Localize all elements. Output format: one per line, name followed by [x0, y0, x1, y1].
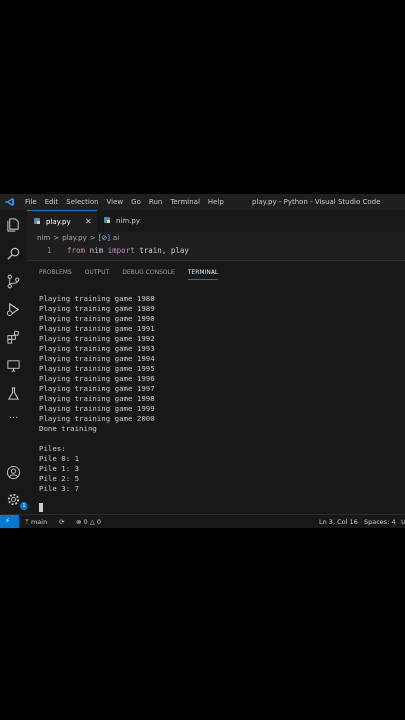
- terminal-line: Playing training game 1997: [39, 384, 155, 393]
- tab-problems[interactable]: PROBLEMS: [39, 269, 72, 280]
- tab-output[interactable]: OUTPUT: [85, 269, 109, 280]
- terminal-line: Playing training game 1988: [39, 294, 155, 303]
- bottom-panel: PROBLEMS OUTPUT DEBUG CONSOLE TERMINAL P…: [27, 260, 405, 515]
- menu-view[interactable]: View: [107, 198, 124, 206]
- breadcrumb-symbol[interactable]: ai: [113, 234, 119, 242]
- window-title: play.py - Python - Visual Studio Code: [252, 198, 381, 206]
- terminal-line: Playing training game 1992: [39, 334, 155, 343]
- editor-tabs: play.py ✕ nim.py: [27, 210, 405, 233]
- terminal-line: Playing training game 2000: [39, 414, 155, 423]
- remote-indicator[interactable]: ⚡: [0, 515, 19, 528]
- tab-nim-py[interactable]: nim.py: [97, 210, 157, 232]
- vscode-logo-icon: [5, 197, 15, 209]
- line-number: 1: [47, 246, 52, 255]
- terminal-line: Playing training game 1998: [39, 394, 155, 403]
- keyword-from: from: [67, 246, 86, 255]
- search-icon[interactable]: [6, 246, 21, 261]
- menu-help[interactable]: Help: [208, 198, 224, 206]
- run-debug-icon[interactable]: [6, 302, 21, 317]
- terminal-line: Playing training game 1999: [39, 404, 155, 413]
- breadcrumb-folder[interactable]: nim: [37, 234, 50, 242]
- terminal-line: Playing training game 1994: [39, 354, 155, 363]
- menu-edit[interactable]: Edit: [45, 198, 59, 206]
- source-control-icon[interactable]: [6, 274, 21, 289]
- vscode-window: File Edit Selection View Go Run Terminal…: [0, 194, 405, 528]
- error-icon: ⊗: [76, 518, 84, 526]
- explorer-icon[interactable]: [6, 217, 21, 232]
- menu-bar: File Edit Selection View Go Run Terminal…: [25, 198, 224, 206]
- tab-debug-console[interactable]: DEBUG CONSOLE: [122, 269, 175, 280]
- menu-selection[interactable]: Selection: [66, 198, 98, 206]
- accounts-icon[interactable]: [6, 465, 21, 480]
- cursor-position[interactable]: Ln 3, Col 16: [319, 518, 358, 526]
- breadcrumb: nim > play.py > [⊘] ai: [37, 234, 122, 242]
- python-file-icon: [104, 217, 110, 223]
- warning-icon: △: [89, 518, 97, 526]
- breadcrumb-file[interactable]: play.py: [62, 234, 87, 242]
- more-icon[interactable]: ···: [6, 413, 21, 428]
- python-file-icon: [34, 218, 40, 224]
- extensions-icon[interactable]: [6, 330, 21, 345]
- terminal-line: Playing training game 1989: [39, 304, 155, 313]
- remote-explorer-icon[interactable]: [6, 358, 21, 373]
- close-tab-icon[interactable]: ✕: [85, 217, 92, 226]
- terminal-line: Pile 3: 7: [39, 484, 80, 493]
- terminal-line: Playing training game 1991: [39, 324, 155, 333]
- code-editor[interactable]: 1 from nim import train, play: [27, 243, 405, 259]
- activity-bar: ··· 1: [0, 210, 28, 514]
- problems-indicator[interactable]: ⊗ 0 △ 0: [76, 518, 101, 526]
- menu-run[interactable]: Run: [149, 198, 162, 206]
- terminal-cursor: [39, 503, 43, 512]
- tab-label: nim.py: [116, 217, 141, 225]
- keyword-import: import: [107, 246, 135, 255]
- branch-name: main: [30, 518, 48, 526]
- status-bar: ⚡ ᛘ main ⟳ ⊗ 0 △ 0 Ln 3, Col 16 Spaces: …: [0, 514, 405, 528]
- breadcrumb-separator: >: [53, 234, 60, 242]
- module-name: nim: [85, 246, 108, 255]
- testing-icon[interactable]: [6, 386, 21, 401]
- imported-names: train, play: [134, 246, 189, 255]
- tab-label: play.py: [46, 218, 71, 226]
- code-line: from nim import train, play: [67, 246, 189, 255]
- menu-go[interactable]: Go: [131, 198, 141, 206]
- terminal-line: Playing training game 1996: [39, 374, 155, 383]
- title-bar: File Edit Selection View Go Run Terminal…: [0, 194, 405, 210]
- encoding-truncated[interactable]: U: [401, 518, 405, 526]
- terminal-output[interactable]: Playing training game 1988 Playing traini…: [39, 294, 155, 494]
- panel-tabs: PROBLEMS OUTPUT DEBUG CONSOLE TERMINAL: [39, 269, 219, 280]
- terminal-line: Pile 2: 5: [39, 474, 80, 483]
- terminal-line: Pile 1: 3: [39, 464, 80, 473]
- warning-count: 0: [96, 518, 101, 526]
- terminal-line: Pile 0: 1: [39, 454, 80, 463]
- breadcrumb-separator: >: [89, 234, 96, 242]
- variable-icon: [⊘]: [98, 234, 110, 242]
- terminal-line: Playing training game 1990: [39, 314, 155, 323]
- branch-indicator[interactable]: ᛘ main: [25, 518, 47, 526]
- menu-terminal[interactable]: Terminal: [170, 198, 200, 206]
- terminal-line: Playing training game 1995: [39, 364, 155, 373]
- terminal-line: Piles:: [39, 444, 66, 453]
- manage-gear-icon[interactable]: 1: [6, 492, 28, 510]
- sync-icon[interactable]: ⟳: [59, 518, 64, 526]
- tab-terminal[interactable]: TERMINAL: [187, 269, 219, 280]
- error-count: 0: [83, 518, 88, 526]
- menu-file[interactable]: File: [25, 198, 37, 206]
- terminal-line: Playing training game 1993: [39, 344, 155, 353]
- tab-play-py[interactable]: play.py ✕: [27, 210, 97, 233]
- terminal-line: Done training: [39, 424, 97, 433]
- remote-icon: ⚡: [5, 517, 10, 525]
- indentation[interactable]: Spaces: 4: [364, 518, 396, 526]
